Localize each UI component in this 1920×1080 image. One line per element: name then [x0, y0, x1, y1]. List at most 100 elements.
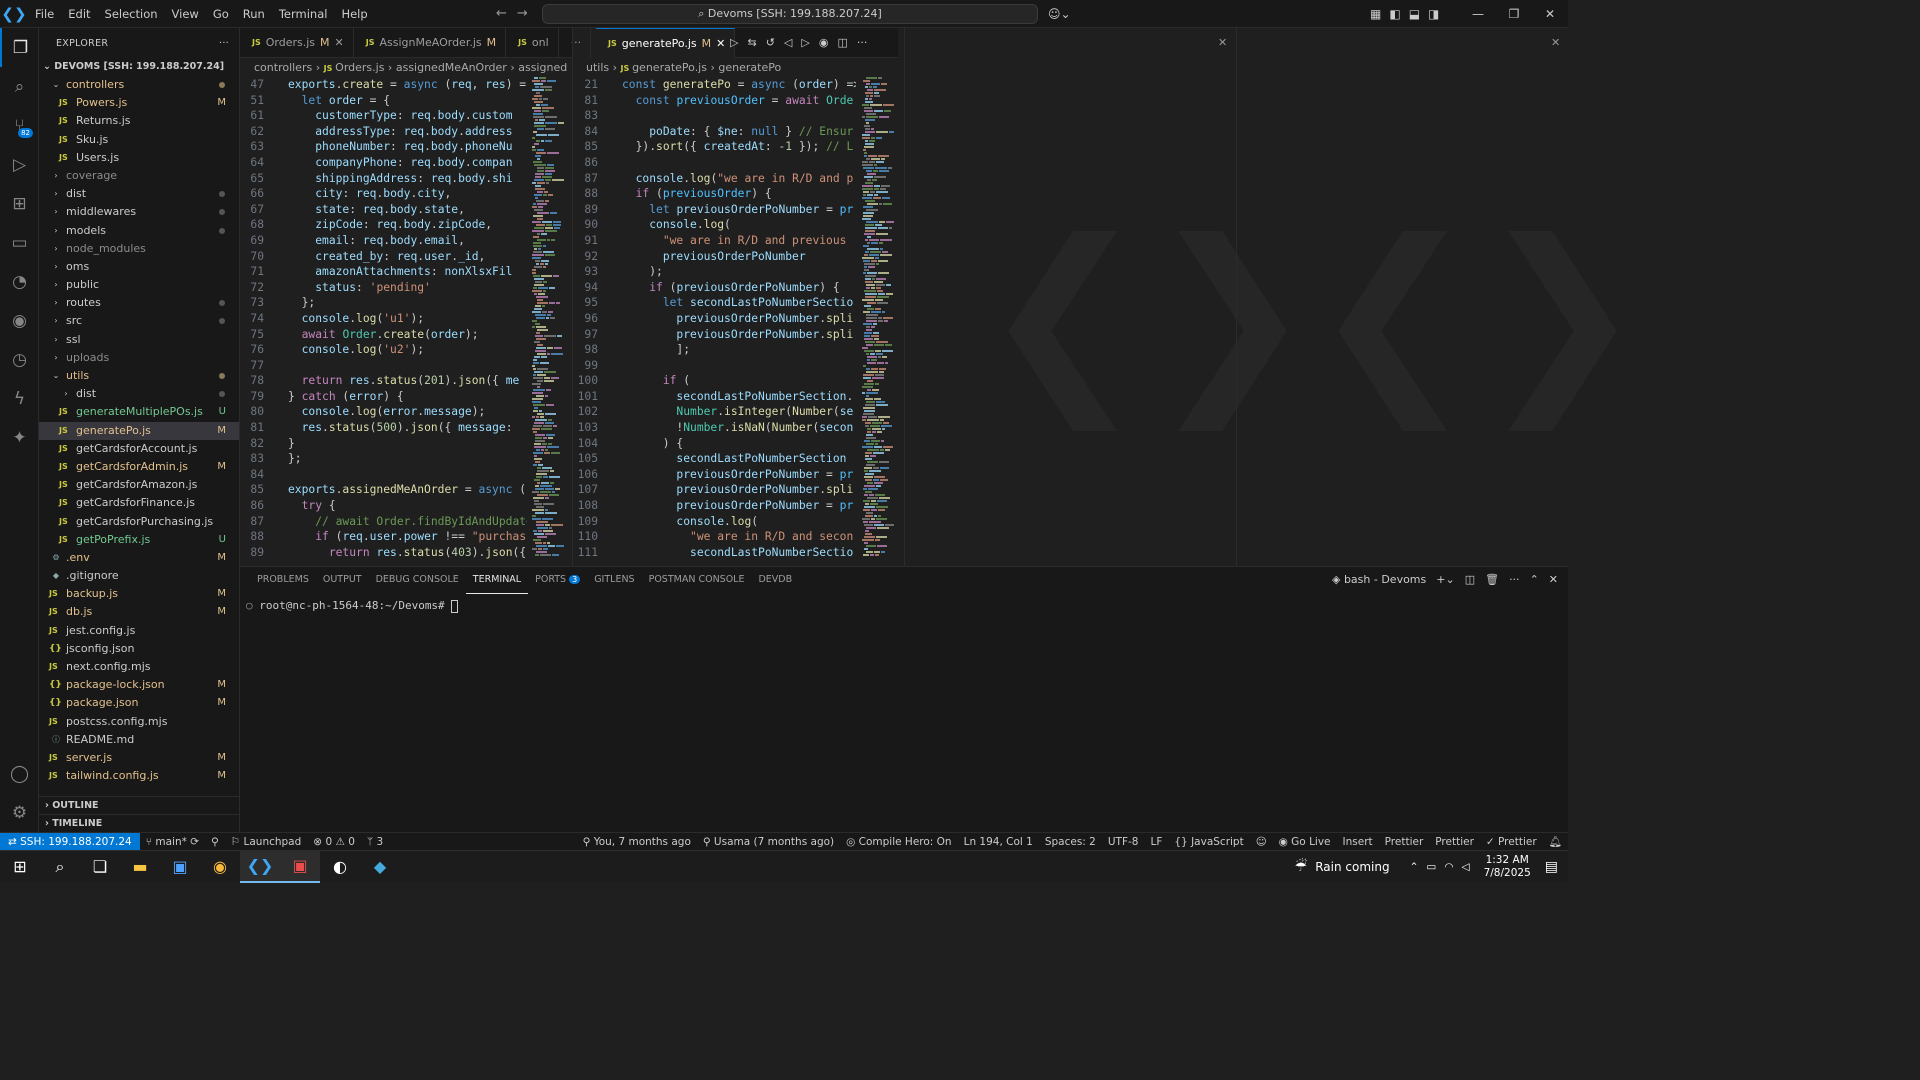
tree-item-users-js[interactable]: JS Users.js [39, 149, 239, 167]
breadcrumb-item[interactable]: controllers [254, 61, 312, 74]
close-aux-icon[interactable]: ✕ [1551, 36, 1560, 49]
more-icon[interactable]: ··· [1509, 567, 1520, 593]
close-tab-icon[interactable]: ✕ [716, 29, 725, 59]
compile-hero-indicator[interactable]: ◎ Compile Hero: On [840, 833, 957, 851]
minimap-left[interactable] [530, 77, 566, 566]
tree-item-db-js[interactable]: JS db.js M [39, 603, 239, 621]
end-of-line[interactable]: LF [1144, 833, 1168, 851]
tree-item-routes[interactable]: › routes [39, 294, 239, 312]
search-icon[interactable]: ⌕ [0, 67, 39, 106]
close-group-icon[interactable]: ✕ [1218, 36, 1227, 49]
panel-tab-gitlens[interactable]: GITLENS [587, 567, 641, 593]
tree-item-generatemultiplepos-js[interactable]: JS generateMultiplePOs.js U [39, 403, 239, 421]
menu-edit[interactable]: Edit [61, 0, 97, 28]
extensions-icon[interactable]: ⊞ [0, 184, 39, 223]
tree-item-coverage[interactable]: › coverage [39, 167, 239, 185]
code-editor-right[interactable]: 21 const generatePo = async (order) => 81 … [574, 77, 856, 566]
app-taskbar-icon[interactable]: ◐ [320, 851, 360, 883]
more-icon[interactable]: ··· [857, 36, 868, 49]
battery-icon[interactable]: ▭ [1426, 861, 1436, 873]
breadcrumb-item[interactable]: generatePo [718, 61, 781, 74]
split-divider[interactable] [572, 28, 573, 566]
close-window-icon[interactable]: ✕ [1532, 0, 1568, 28]
tray-chevron-icon[interactable]: ⌃ [1410, 861, 1419, 873]
panel-tab-postman-console[interactable]: POSTMAN CONSOLE [642, 567, 752, 593]
thunder-icon[interactable]: ϟ [0, 379, 39, 418]
tree-item-postcss-config-mjs[interactable]: JS postcss.config.mjs [39, 713, 239, 731]
tree-item-utils[interactable]: ⌄ utils [39, 367, 239, 385]
app-taskbar-icon[interactable]: ◆ [360, 851, 400, 883]
more-tabs-icon[interactable]: ··· [559, 28, 592, 58]
panel-tab-terminal[interactable]: TERMINAL [465, 567, 529, 594]
problems-indicator[interactable]: ⊗ 0 ⚠ 0 [307, 833, 361, 851]
source-control-icon[interactable]: ⑂ 82 [0, 106, 39, 145]
postman-icon[interactable]: ◉ [0, 301, 39, 340]
breadcrumb-item[interactable]: Orders.js [335, 61, 384, 74]
tree-item-getcardsforpurchasing-js[interactable]: JS getCardsforPurchasing.js [39, 513, 239, 531]
tree-item-tailwind-config-js[interactable]: JS tailwind.config.js M [39, 767, 239, 785]
kill-terminal-icon[interactable]: 🗑 [1485, 567, 1499, 593]
branch-indicator[interactable]: ⑂ main* ⟳ [140, 833, 205, 851]
menu-go[interactable]: Go [206, 0, 236, 28]
tree-item-getcardsforamazon-js[interactable]: JS getCardsforAmazon.js [39, 476, 239, 494]
restore-icon[interactable]: ❐ [1496, 0, 1532, 28]
minimap-right[interactable] [860, 77, 896, 566]
gitlens-icon[interactable]: ◔ [0, 262, 39, 301]
app-taskbar-icon[interactable]: ▣ [280, 850, 320, 883]
tree-item-dist[interactable]: › dist [39, 185, 239, 203]
launchpad-item[interactable]: ⚐ Launchpad [225, 833, 308, 851]
vscode-taskbar-icon[interactable]: ❮❯ [240, 850, 280, 883]
notifications-bell-icon[interactable]: 🔔︎ [1543, 833, 1568, 851]
tree-item-models[interactable]: › models [39, 222, 239, 240]
menu-help[interactable]: Help [334, 0, 374, 28]
menu-run[interactable]: Run [236, 0, 272, 28]
store-icon[interactable]: ▣ [160, 851, 200, 883]
tree-item-next-config-mjs[interactable]: JS next.config.mjs [39, 658, 239, 676]
compare-icon[interactable]: ⇆ [747, 36, 756, 49]
maximize-panel-icon[interactable]: ⌃ [1530, 567, 1539, 593]
tree-item-returns-js[interactable]: JS Returns.js [39, 112, 239, 130]
tree-item-backup-js[interactable]: JS backup.js M [39, 585, 239, 603]
panel-tab-debug-console[interactable]: DEBUG CONSOLE [369, 567, 466, 593]
split-divider[interactable] [904, 28, 905, 566]
file-explorer-icon[interactable]: ▬ [120, 851, 160, 883]
tree-item-ssl[interactable]: › ssl [39, 331, 239, 349]
explorer-icon[interactable]: ❐ [0, 28, 39, 67]
tree-item-jest-config-js[interactable]: JS jest.config.js [39, 622, 239, 640]
split-divider[interactable] [1236, 28, 1237, 566]
chrome-icon[interactable]: ◉ [200, 851, 240, 883]
weather-label[interactable]: Rain coming [1315, 860, 1389, 874]
panel-tab-ports[interactable]: PORTS 3 [528, 567, 587, 593]
forward-arrow-icon[interactable]: → [517, 0, 528, 28]
split-editor-icon[interactable]: ◫ [837, 36, 847, 49]
encoding[interactable]: UTF-8 [1102, 833, 1145, 851]
ports-indicator[interactable]: ᛘ 3 [361, 833, 389, 851]
tree-item-powers-js[interactable]: JS Powers.js M [39, 94, 239, 112]
panel-tab-output[interactable]: OUTPUT [316, 567, 369, 593]
panel-tab-devdb[interactable]: DEVDB [751, 567, 799, 593]
revision-forward-icon[interactable]: ▷ [801, 36, 809, 49]
tree-item-package-json[interactable]: {} package.json M [39, 694, 239, 712]
tree-item-readme-md[interactable]: ⓘ README.md [39, 731, 239, 749]
tree-item-getcardsforadmin-js[interactable]: JS getCardsforAdmin.js M [39, 458, 239, 476]
tree-item-getcardsforaccount-js[interactable]: JS getCardsforAccount.js [39, 440, 239, 458]
remote-explorer-icon[interactable]: ▭ [0, 223, 39, 262]
minimize-icon[interactable]: — [1460, 0, 1496, 28]
blame-prev-icon[interactable]: ↺ [766, 36, 775, 49]
breadcrumb-item[interactable]: assignedMeAnOrder [396, 61, 507, 74]
back-arrow-icon[interactable]: ← [496, 0, 507, 28]
tree-item-server-js[interactable]: JS server.js M [39, 749, 239, 767]
search-icon[interactable]: ⌕ [40, 851, 80, 883]
notifications-icon[interactable]: ▤ [1545, 859, 1558, 875]
tree-item--gitignore[interactable]: ◆ .gitignore [39, 567, 239, 585]
go-live-icon[interactable]: ◉ [819, 36, 829, 49]
insert-mode[interactable]: Insert [1337, 833, 1379, 851]
go-live-item[interactable]: ◉ Go Live [1273, 833, 1337, 851]
tree-item-middlewares[interactable]: › middlewares [39, 203, 239, 221]
tree-item-getpoprefix-js[interactable]: JS getPoPrefix.js U [39, 531, 239, 549]
python-icon[interactable]: ✦ [0, 418, 39, 457]
indentation[interactable]: Spaces: 2 [1039, 833, 1102, 851]
terminal-output[interactable]: ○ root@nc-ph-1564-48:~/Devoms# [246, 599, 459, 613]
tree-item-public[interactable]: › public [39, 276, 239, 294]
copilot-icon[interactable]: ☺⌄ [1048, 0, 1071, 28]
